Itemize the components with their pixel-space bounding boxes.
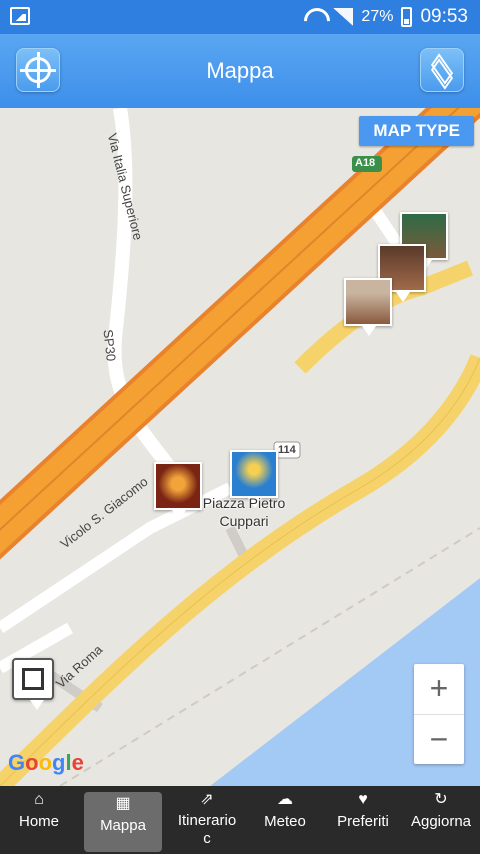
poi-marker[interactable] (154, 462, 202, 520)
heart-icon: ♥ (358, 791, 368, 808)
bottom-nav: ⌂ Home ▦ Mappa ⇗ Itinerario c ☁ Meteo ♥ … (0, 786, 480, 854)
map-view[interactable]: MAP TYPE Via Italia Superiore SP30 Vicol… (0, 108, 480, 786)
gallery-notification-icon (10, 7, 30, 25)
zoom-out-button[interactable]: − (414, 714, 464, 764)
zoom-in-button[interactable]: + (414, 664, 464, 714)
poi-marker[interactable] (344, 278, 392, 336)
layers-icon (430, 53, 456, 90)
nav-mappa[interactable]: ▦ Mappa (84, 792, 162, 852)
status-bar: 27% 09:53 (0, 0, 480, 34)
road-label-sp30: SP30 (100, 328, 119, 362)
wifi-icon (303, 8, 325, 26)
app-bar: Mappa (0, 34, 480, 108)
cloud-icon: ☁ (277, 791, 293, 808)
route-icon: ⇗ (200, 791, 214, 808)
layers-button[interactable] (420, 48, 464, 92)
poi-marker[interactable] (230, 450, 278, 508)
zoom-controls: + − (414, 664, 464, 764)
refresh-icon: ↻ (434, 791, 448, 808)
map-type-button[interactable]: MAP TYPE (359, 116, 474, 146)
nav-aggiorna[interactable]: ↻ Aggiorna (402, 786, 480, 854)
battery-icon (401, 7, 413, 27)
building-icon (22, 668, 44, 690)
road-shield-114: 114 (278, 444, 296, 456)
map-icon: ▦ (115, 795, 131, 812)
place-label: Piazza Pietro Cuppari (202, 495, 286, 529)
signal-icon (333, 8, 354, 26)
page-title: Mappa (206, 58, 274, 83)
home-icon: ⌂ (34, 791, 44, 808)
nav-home[interactable]: ⌂ Home (0, 786, 78, 854)
poi-marker-pharmacy[interactable] (12, 658, 54, 710)
nav-itinerario[interactable]: ⇗ Itinerario c (168, 786, 246, 854)
google-logo: Google (8, 750, 84, 775)
nav-meteo[interactable]: ☁ Meteo (246, 786, 324, 854)
map-canvas (0, 108, 480, 786)
road-shield-a18: A18 (355, 157, 376, 169)
battery-percent: 27% (361, 8, 394, 25)
clock: 09:53 (420, 6, 468, 27)
nav-preferiti[interactable]: ♥ Preferiti (324, 786, 402, 854)
